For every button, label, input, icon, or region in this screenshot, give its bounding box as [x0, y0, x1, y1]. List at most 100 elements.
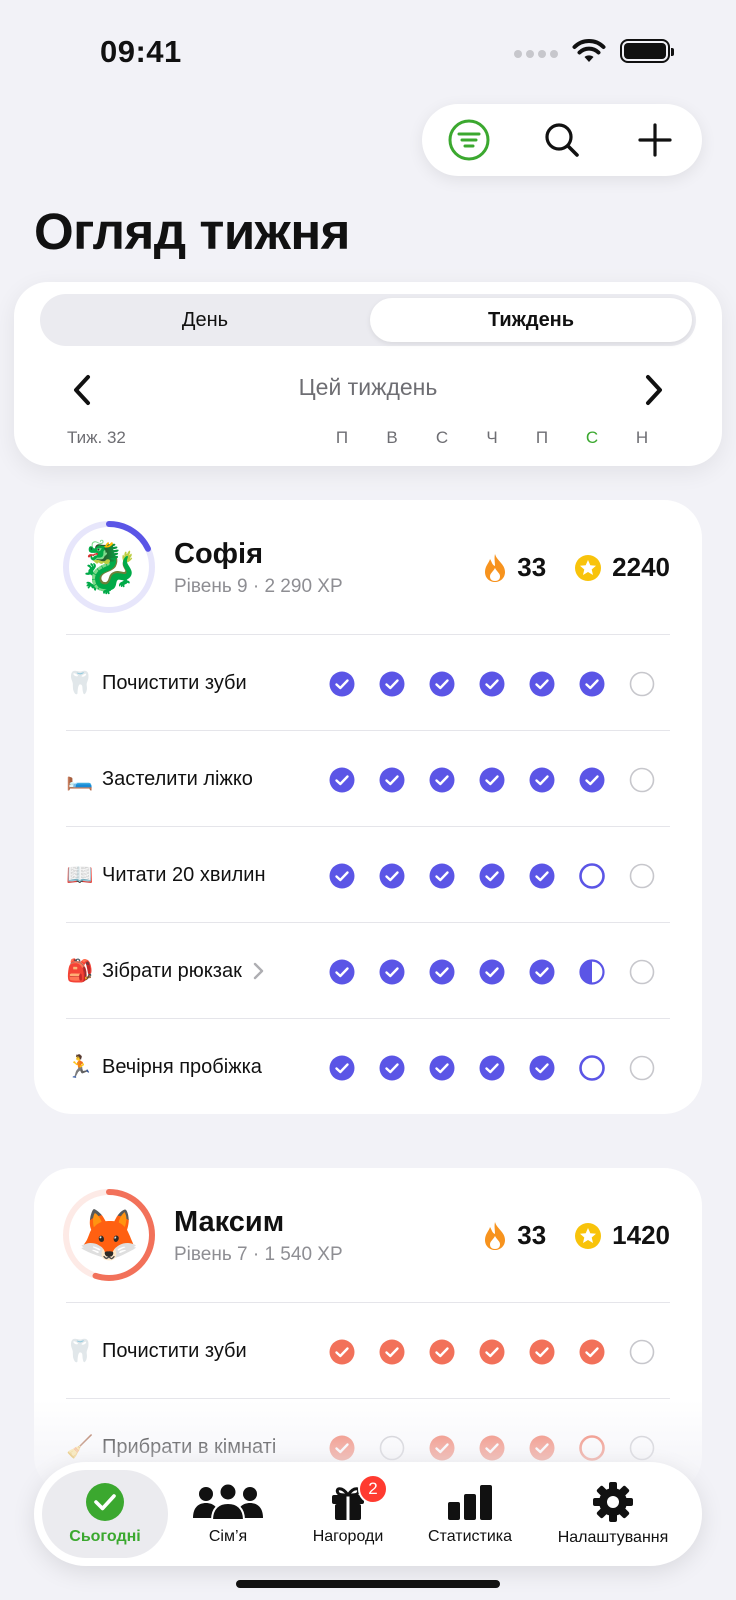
day-check-done-3[interactable]	[479, 959, 505, 985]
day-check-done-2[interactable]	[429, 863, 455, 889]
tab-settings-label: Налаштування	[557, 1529, 669, 1546]
task-row[interactable]: 🏃 Вечірня пробіжка	[66, 1018, 670, 1115]
filter-circle-icon	[448, 119, 490, 161]
avatar[interactable]: 🦊	[62, 1188, 156, 1282]
tab-settings[interactable]: Налаштування	[532, 1462, 694, 1566]
points-count: 1420	[612, 1220, 670, 1250]
day-check-done-5[interactable]	[579, 1339, 605, 1365]
rewards-badge: 2	[358, 1474, 388, 1504]
day-check-empty-6[interactable]	[629, 1055, 655, 1081]
day-check-done-2[interactable]	[429, 1055, 455, 1081]
task-label-wrap: Почистити зуби	[102, 1303, 247, 1399]
day-check-pending-5[interactable]	[579, 1055, 605, 1081]
member-stats: 33 2240	[483, 552, 670, 583]
streak-count: 33	[517, 1220, 547, 1250]
day-check-done-3[interactable]	[479, 767, 505, 793]
next-week-button[interactable]	[634, 368, 674, 412]
battery-icon	[620, 39, 674, 63]
day-check-done-1[interactable]	[379, 863, 405, 889]
tab-today[interactable]: Сьогодні	[42, 1470, 168, 1558]
search-button[interactable]	[532, 110, 592, 170]
period-label: Цей тиждень	[298, 374, 438, 400]
day-check-done-3[interactable]	[479, 1339, 505, 1365]
day-check-done-1[interactable]	[379, 767, 405, 793]
day-check-pending-5[interactable]	[579, 863, 605, 889]
filter-button[interactable]	[439, 110, 499, 170]
member-level: Рівень 7 · 1 540 XP	[174, 1244, 343, 1265]
tab-family[interactable]: Сім’я	[168, 1462, 288, 1566]
day-check-empty-6[interactable]	[629, 1339, 655, 1365]
segment-day[interactable]: День	[44, 298, 366, 342]
day-letter-1: В	[386, 428, 398, 447]
day-check-done-0[interactable]	[329, 959, 355, 985]
task-row[interactable]: 📖 Читати 20 хвилин	[66, 826, 670, 923]
day-check-done-4[interactable]	[529, 1339, 555, 1365]
day-check-done-0[interactable]	[329, 767, 355, 793]
day-check-done-0[interactable]	[329, 671, 355, 697]
day-check-done-2[interactable]	[429, 1339, 455, 1365]
day-check-done-2[interactable]	[429, 767, 455, 793]
day-check-done-3[interactable]	[479, 863, 505, 889]
task-row[interactable]: 🎒 Зібрати рюкзак	[66, 922, 670, 1019]
streak-stat: 33	[483, 552, 546, 583]
task-label-wrap: Зібрати рюкзак	[102, 923, 264, 1019]
day-check-done-1[interactable]	[379, 1339, 405, 1365]
day-letter-6: Н	[635, 428, 649, 447]
day-check-done-1[interactable]	[379, 671, 405, 697]
task-row[interactable]: 🦷 Почистити зуби	[66, 634, 670, 731]
day-check-done-4[interactable]	[529, 767, 555, 793]
day-check-done-4[interactable]	[529, 863, 555, 889]
day-check-done-1[interactable]	[379, 959, 405, 985]
day-check-done-0[interactable]	[329, 1055, 355, 1081]
day-check-done-5[interactable]	[579, 767, 605, 793]
points-stat: 2240	[574, 552, 670, 583]
flame-icon	[485, 1221, 506, 1250]
task-label: Почистити зуби	[102, 671, 247, 694]
task-row[interactable]: 🛏️ Застелити ліжко	[66, 730, 670, 827]
member-name[interactable]: Софія	[174, 538, 263, 571]
add-button[interactable]	[625, 110, 685, 170]
tab-statistics[interactable]: Статистика	[408, 1462, 532, 1566]
tab-rewards-label: Нагороди	[312, 1528, 384, 1545]
status-bar: 09:41	[0, 0, 736, 110]
task-label: Зібрати рюкзак	[102, 959, 242, 982]
day-check-done-4[interactable]	[529, 671, 555, 697]
day-check-done-4[interactable]	[529, 1055, 555, 1081]
day-check-done-0[interactable]	[329, 1339, 355, 1365]
tab-rewards[interactable]: Нагороди 2	[288, 1462, 408, 1566]
task-label: Вечірня пробіжка	[102, 1055, 262, 1078]
member-card: 🐉 Софія Рівень 9 · 2 290 XP 33 2240 🦷 Почистит…	[34, 500, 702, 1114]
task-icon: 🏃	[66, 1054, 94, 1079]
day-check-done-2[interactable]	[429, 671, 455, 697]
day-check-done-4[interactable]	[529, 959, 555, 985]
day-check-empty-6[interactable]	[629, 959, 655, 985]
plus-icon	[638, 123, 672, 157]
day-check-empty-6[interactable]	[629, 767, 655, 793]
period-selector-card: День Тиждень Цей тиждень Тиж. 32 П В С Ч П С Н	[14, 282, 722, 466]
day-check-done-2[interactable]	[429, 959, 455, 985]
chevron-right-icon	[646, 375, 662, 405]
day-check-partial-5[interactable]	[579, 959, 605, 985]
page-title: Огляд тижня	[34, 203, 350, 260]
task-label-wrap: Читати 20 хвилин	[102, 827, 266, 923]
segment-week[interactable]: Тиждень	[370, 298, 692, 342]
star-coin-icon	[575, 1222, 602, 1249]
home-indicator	[236, 1580, 500, 1588]
day-check-done-5[interactable]	[579, 671, 605, 697]
top-toolbar	[422, 104, 702, 176]
member-name[interactable]: Максим	[174, 1206, 284, 1239]
day-check-done-3[interactable]	[479, 671, 505, 697]
day-check-done-1[interactable]	[379, 1055, 405, 1081]
day-letter-0: П	[335, 428, 349, 447]
day-letter-5: С	[585, 428, 599, 447]
avatar[interactable]: 🐉	[62, 520, 156, 614]
day-check-done-0[interactable]	[329, 863, 355, 889]
points-count: 2240	[612, 552, 670, 582]
people-icon	[193, 1482, 263, 1521]
day-check-done-3[interactable]	[479, 1055, 505, 1081]
day-check-empty-6[interactable]	[629, 671, 655, 697]
task-row[interactable]: 🦷 Почистити зуби	[66, 1302, 670, 1399]
task-label: Читати 20 хвилин	[102, 863, 266, 886]
day-check-empty-6[interactable]	[629, 863, 655, 889]
week-number: Тиж. 32	[67, 428, 126, 447]
